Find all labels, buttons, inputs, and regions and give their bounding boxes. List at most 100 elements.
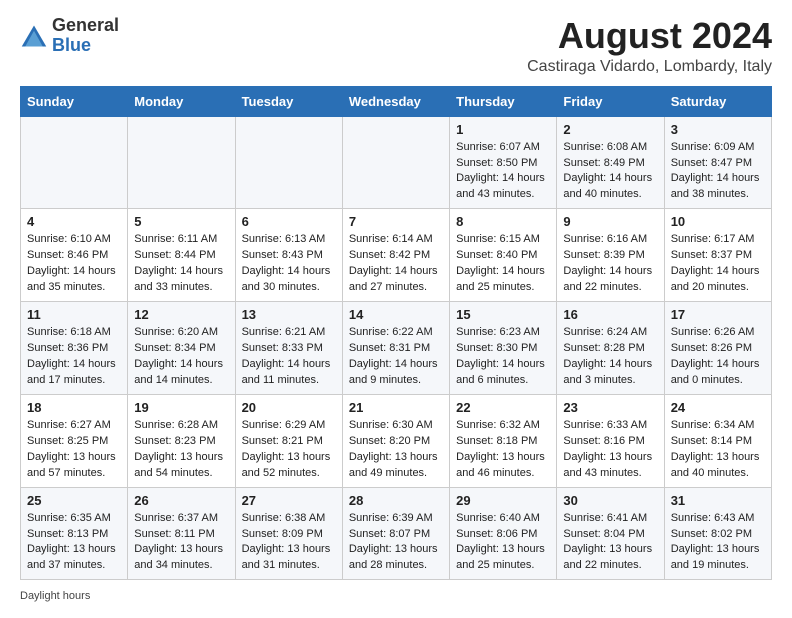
day-number: 7 (349, 214, 443, 229)
day-number: 12 (134, 307, 228, 322)
day-number: 20 (242, 400, 336, 415)
day-info: Sunrise: 6:32 AMSunset: 8:18 PMDaylight:… (456, 418, 550, 482)
day-cell: 1 Sunrise: 6:07 AMSunset: 8:50 PMDaylight… (450, 116, 557, 209)
day-cell (235, 116, 342, 209)
day-info: Sunrise: 6:28 AMSunset: 8:23 PMDaylight:… (134, 418, 228, 482)
day-info: Sunrise: 6:16 AMSunset: 8:39 PMDaylight:… (563, 232, 657, 296)
day-cell: 13 Sunrise: 6:21 AMSunset: 8:33 PMDayligh… (235, 302, 342, 395)
header-cell-sunday: Sunday (21, 86, 128, 116)
day-info: Sunrise: 6:33 AMSunset: 8:16 PMDaylight:… (563, 418, 657, 482)
day-number: 24 (671, 400, 765, 415)
day-number: 4 (27, 214, 121, 229)
calendar-header: SundayMondayTuesdayWednesdayThursdayFrid… (21, 86, 772, 116)
day-cell: 28Sunrise: 6:39 AMSunset: 8:07 PMDayligh… (342, 487, 449, 580)
header: General Blue August 2024 Castiraga Vidar… (20, 16, 772, 76)
logo-text: General Blue (52, 16, 119, 56)
header-cell-saturday: Saturday (664, 86, 771, 116)
day-number: 23 (563, 400, 657, 415)
logo: General Blue (20, 16, 119, 56)
day-number: 6 (242, 214, 336, 229)
day-info: Sunrise: 6:08 AMSunset: 8:49 PMDaylight:… (563, 140, 657, 204)
week-row-1: 1 Sunrise: 6:07 AMSunset: 8:50 PMDaylight… (21, 116, 772, 209)
day-cell: 14Sunrise: 6:22 AMSunset: 8:31 PMDayligh… (342, 302, 449, 395)
day-info: Sunrise: 6:10 AMSunset: 8:46 PMDaylight:… (27, 232, 121, 296)
day-number: 29 (456, 493, 550, 508)
day-number: 27 (242, 493, 336, 508)
day-number: 21 (349, 400, 443, 415)
day-info: Sunrise: 6:11 AMSunset: 8:44 PMDaylight:… (134, 232, 228, 296)
day-info: Sunrise: 6:23 AMSunset: 8:30 PMDaylight:… (456, 325, 550, 389)
day-number: 16 (563, 307, 657, 322)
day-cell (342, 116, 449, 209)
day-cell: 27 Sunrise: 6:38 AMSunset: 8:09 PMDayligh… (235, 487, 342, 580)
day-cell: 6 Sunrise: 6:13 AMSunset: 8:43 PMDaylight… (235, 209, 342, 302)
header-cell-tuesday: Tuesday (235, 86, 342, 116)
day-number: 18 (27, 400, 121, 415)
header-cell-thursday: Thursday (450, 86, 557, 116)
day-info: Sunrise: 6:26 AMSunset: 8:26 PMDaylight:… (671, 325, 765, 389)
day-number: 30 (563, 493, 657, 508)
day-number: 10 (671, 214, 765, 229)
day-info: Sunrise: 6:27 AMSunset: 8:25 PMDaylight:… (27, 418, 121, 482)
day-info: Sunrise: 6:07 AMSunset: 8:50 PMDaylight:… (456, 140, 550, 204)
day-info: Sunrise: 6:14 AMSunset: 8:42 PMDaylight:… (349, 232, 443, 296)
day-info: Sunrise: 6:24 AMSunset: 8:28 PMDaylight:… (563, 325, 657, 389)
day-cell: 11Sunrise: 6:18 AMSunset: 8:36 PMDayligh… (21, 302, 128, 395)
day-info: Sunrise: 6:09 AMSunset: 8:47 PMDaylight:… (671, 140, 765, 204)
day-number: 14 (349, 307, 443, 322)
header-cell-friday: Friday (557, 86, 664, 116)
day-number: 1 (456, 122, 550, 137)
day-cell: 20 Sunrise: 6:29 AMSunset: 8:21 PMDayligh… (235, 394, 342, 487)
day-info: Sunrise: 6:39 AMSunset: 8:07 PMDaylight:… (349, 511, 443, 575)
day-number: 25 (27, 493, 121, 508)
day-cell: 25 Sunrise: 6:35 AMSunset: 8:13 PMDayligh… (21, 487, 128, 580)
logo-icon (20, 22, 48, 50)
day-info: Sunrise: 6:30 AMSunset: 8:20 PMDaylight:… (349, 418, 443, 482)
day-number: 8 (456, 214, 550, 229)
day-number: 2 (563, 122, 657, 137)
day-cell: 3 Sunrise: 6:09 AMSunset: 8:47 PMDaylight… (664, 116, 771, 209)
day-cell: 9 Sunrise: 6:16 AMSunset: 8:39 PMDaylight… (557, 209, 664, 302)
footer-label: Daylight hours (20, 590, 772, 602)
day-info: Sunrise: 6:18 AMSunset: 8:36 PMDaylight:… (27, 325, 121, 389)
header-row: SundayMondayTuesdayWednesdayThursdayFrid… (21, 86, 772, 116)
day-cell: 30 Sunrise: 6:41 AMSunset: 8:04 PMDayligh… (557, 487, 664, 580)
day-info: Sunrise: 6:13 AMSunset: 8:43 PMDaylight:… (242, 232, 336, 296)
day-info: Sunrise: 6:15 AMSunset: 8:40 PMDaylight:… (456, 232, 550, 296)
day-number: 9 (563, 214, 657, 229)
subtitle: Castiraga Vidardo, Lombardy, Italy (527, 58, 772, 76)
day-cell: 10Sunrise: 6:17 AMSunset: 8:37 PMDayligh… (664, 209, 771, 302)
day-info: Sunrise: 6:38 AMSunset: 8:09 PMDaylight:… (242, 511, 336, 575)
day-cell: 23 Sunrise: 6:33 AMSunset: 8:16 PMDayligh… (557, 394, 664, 487)
day-number: 26 (134, 493, 228, 508)
header-cell-wednesday: Wednesday (342, 86, 449, 116)
day-number: 3 (671, 122, 765, 137)
day-info: Sunrise: 6:35 AMSunset: 8:13 PMDaylight:… (27, 511, 121, 575)
day-info: Sunrise: 6:37 AMSunset: 8:11 PMDaylight:… (134, 511, 228, 575)
day-cell: 7 Sunrise: 6:14 AMSunset: 8:42 PMDaylight… (342, 209, 449, 302)
day-cell: 4 Sunrise: 6:10 AMSunset: 8:46 PMDaylight… (21, 209, 128, 302)
day-cell: 31Sunrise: 6:43 AMSunset: 8:02 PMDayligh… (664, 487, 771, 580)
day-cell: 15Sunrise: 6:23 AMSunset: 8:30 PMDayligh… (450, 302, 557, 395)
day-number: 17 (671, 307, 765, 322)
day-info: Sunrise: 6:21 AMSunset: 8:33 PMDaylight:… (242, 325, 336, 389)
day-info: Sunrise: 6:29 AMSunset: 8:21 PMDaylight:… (242, 418, 336, 482)
day-cell: 12 Sunrise: 6:20 AMSunset: 8:34 PMDayligh… (128, 302, 235, 395)
title-block: August 2024 Castiraga Vidardo, Lombardy,… (527, 16, 772, 76)
day-info: Sunrise: 6:20 AMSunset: 8:34 PMDaylight:… (134, 325, 228, 389)
day-cell (128, 116, 235, 209)
day-number: 13 (242, 307, 336, 322)
day-info: Sunrise: 6:43 AMSunset: 8:02 PMDaylight:… (671, 511, 765, 575)
calendar-table: SundayMondayTuesdayWednesdayThursdayFrid… (20, 86, 772, 581)
day-cell: 26 Sunrise: 6:37 AMSunset: 8:11 PMDayligh… (128, 487, 235, 580)
day-cell: 21 Sunrise: 6:30 AMSunset: 8:20 PMDayligh… (342, 394, 449, 487)
calendar-body: 1 Sunrise: 6:07 AMSunset: 8:50 PMDaylight… (21, 116, 772, 580)
day-cell: 29 Sunrise: 6:40 AMSunset: 8:06 PMDayligh… (450, 487, 557, 580)
day-info: Sunrise: 6:40 AMSunset: 8:06 PMDaylight:… (456, 511, 550, 575)
day-info: Sunrise: 6:41 AMSunset: 8:04 PMDaylight:… (563, 511, 657, 575)
day-cell: 5 Sunrise: 6:11 AMSunset: 8:44 PMDaylight… (128, 209, 235, 302)
day-number: 5 (134, 214, 228, 229)
day-cell: 24Sunrise: 6:34 AMSunset: 8:14 PMDayligh… (664, 394, 771, 487)
week-row-2: 4 Sunrise: 6:10 AMSunset: 8:46 PMDaylight… (21, 209, 772, 302)
day-cell: 22Sunrise: 6:32 AMSunset: 8:18 PMDayligh… (450, 394, 557, 487)
